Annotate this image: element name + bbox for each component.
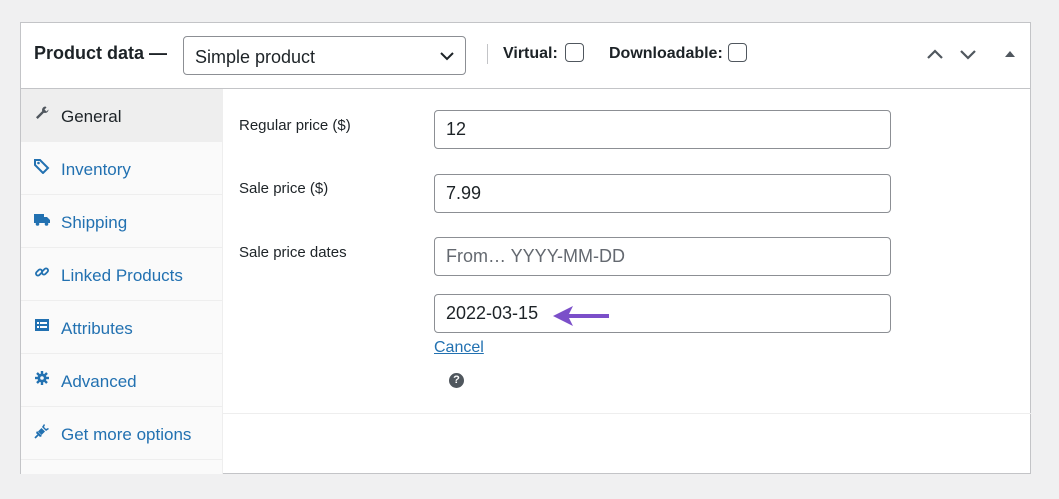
panel-header: Product data — Simple product Virtual: D… (21, 23, 1030, 89)
cancel-schedule-link[interactable]: Cancel (434, 339, 484, 357)
move-down-icon[interactable] (957, 43, 979, 65)
tab-attributes-label: Attributes (61, 319, 133, 338)
panel-divider (223, 413, 1031, 414)
tab-shipping[interactable]: Shipping (21, 195, 223, 248)
tab-linked-products-label: Linked Products (61, 266, 183, 285)
gear-icon (35, 371, 49, 385)
tab-advanced[interactable]: Advanced (21, 354, 223, 407)
product-data-tabs: General Inventory Shipping Linked Produc… (21, 89, 223, 474)
downloadable-label: Downloadable: (609, 45, 723, 62)
header-divider (487, 44, 488, 64)
virtual-label: Virtual: (503, 45, 558, 62)
move-up-icon[interactable] (924, 43, 946, 65)
sale-price-label: Sale price ($) (239, 180, 329, 197)
wrench-icon (36, 106, 49, 119)
tab-general[interactable]: General (21, 89, 223, 142)
sale-date-to-input[interactable] (434, 294, 891, 333)
regular-price-input[interactable] (434, 110, 891, 149)
tag-icon (34, 159, 50, 174)
downloadable-checkbox[interactable] (728, 43, 747, 62)
tab-advanced-label: Advanced (61, 372, 137, 391)
product-data-panel: Product data — Simple product Virtual: D… (20, 22, 1031, 474)
virtual-checkbox[interactable] (565, 43, 584, 62)
sale-date-from-input[interactable] (434, 237, 891, 276)
truck-icon (34, 214, 50, 226)
tab-general-label: General (61, 107, 122, 126)
sale-price-input[interactable] (434, 174, 891, 213)
help-icon[interactable]: ? (449, 373, 464, 388)
sale-price-dates-label: Sale price dates (239, 244, 347, 261)
link-icon (35, 267, 49, 277)
tab-get-more-options[interactable]: Get more options (21, 407, 223, 460)
regular-price-label: Regular price ($) (239, 117, 351, 134)
panel-title: Product data — (34, 43, 168, 63)
tab-inventory-label: Inventory (61, 160, 131, 179)
tab-attributes[interactable]: Attributes (21, 301, 223, 354)
annotation-arrow-icon (553, 306, 609, 326)
plug-icon (34, 424, 49, 439)
list-icon (35, 319, 49, 331)
product-type-value: Simple product (195, 47, 316, 67)
chevron-down-icon (440, 52, 454, 61)
collapse-toggle-icon[interactable] (999, 43, 1021, 65)
tab-shipping-label: Shipping (61, 213, 128, 232)
tab-linked-products[interactable]: Linked Products (21, 248, 223, 301)
tab-inventory[interactable]: Inventory (21, 142, 223, 195)
product-type-select[interactable]: Simple product (183, 36, 466, 75)
tab-get-more-options-label: Get more options (61, 425, 192, 444)
